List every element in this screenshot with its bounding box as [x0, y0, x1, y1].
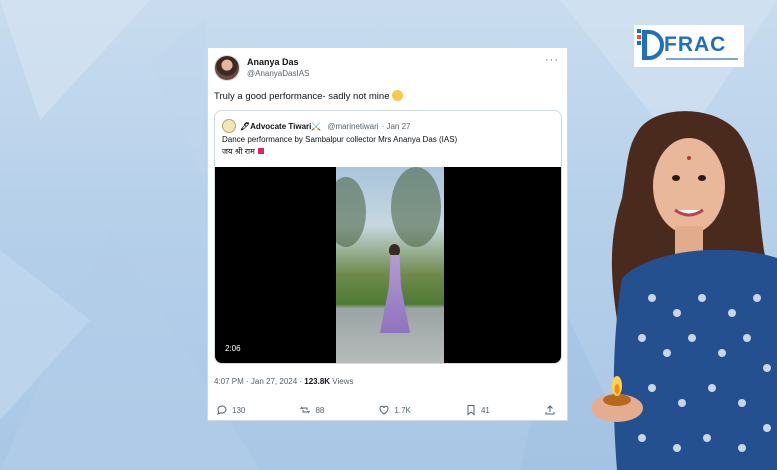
bookmark-button[interactable]: 41 [465, 404, 490, 416]
logo-pixel [637, 41, 641, 45]
tweet-header: Ananya Das @AnanyaDasIAS [214, 55, 309, 81]
tweet-meta: 4:07 PM · Jan 27, 2024 · 123.8K Views [214, 377, 354, 386]
quote-header: 🖋Advocate Tiwari⚔️ @marinetiwari · Jan 2… [222, 119, 410, 133]
tree [336, 177, 366, 247]
quote-author-handle: @marinetiwari [327, 121, 379, 131]
tweet-text-content: Truly a good performance- sadly not mine [214, 91, 390, 102]
video-player[interactable]: 2:06 [215, 167, 561, 363]
dancer-figure [380, 255, 410, 333]
views-count: 123.8K [304, 377, 331, 386]
views-label: Views [330, 377, 354, 386]
video-duration: 2:06 [222, 343, 244, 354]
tree [391, 167, 441, 247]
quote-author-name: 🖋Advocate Tiwari⚔️ [240, 121, 322, 131]
share-button[interactable] [544, 404, 560, 416]
quote-author-avatar [222, 119, 236, 133]
share-icon [545, 405, 555, 415]
woman-with-diya-image [591, 111, 777, 470]
grinning-emoji-icon [392, 90, 404, 101]
tweet-actions: 130 88 1.7K 41 [216, 404, 560, 416]
quoted-tweet[interactable]: 🖋Advocate Tiwari⚔️ @marinetiwari · Jan 2… [214, 110, 562, 364]
video-frame [336, 167, 444, 363]
reply-button[interactable]: 130 [216, 404, 245, 416]
like-count: 1.7K [394, 405, 411, 415]
quote-date: · Jan 27 [381, 121, 411, 131]
tweet-text: Truly a good performance- sadly not mine [214, 90, 404, 102]
author-name[interactable]: Ananya Das [247, 56, 309, 68]
tweet-timestamp[interactable]: 4:07 PM · Jan 27, 2024 · [214, 377, 304, 386]
logo-tagline-bar [666, 58, 738, 60]
reply-count: 130 [232, 405, 246, 415]
logo-text: FRAC [664, 33, 727, 56]
more-options-icon[interactable]: ··· [545, 54, 559, 66]
author-handle[interactable]: @AnanyaDasIAS [247, 68, 309, 80]
like-button[interactable]: 1.7K [378, 404, 411, 416]
repost-icon [300, 406, 311, 414]
flag-icon [257, 148, 264, 154]
quote-text-line2: जय श्री राम [222, 147, 255, 156]
reply-icon [217, 405, 227, 416]
logo-pixel [637, 35, 641, 39]
heart-icon [379, 405, 389, 415]
quote-text: Dance performance by Sambalpur collector… [222, 134, 457, 158]
logo-d-mark [642, 30, 664, 60]
tweet-card[interactable]: Ananya Das @AnanyaDasIAS ··· Truly a goo… [207, 47, 568, 421]
bookmark-count: 41 [480, 405, 490, 415]
author-avatar[interactable] [214, 55, 240, 81]
repost-count: 88 [315, 405, 325, 415]
repost-button[interactable]: 88 [299, 404, 324, 416]
quote-text-line1: Dance performance by Sambalpur collector… [222, 135, 458, 144]
dfrac-logo: FRAC [634, 25, 744, 67]
logo-pixel [637, 29, 641, 33]
bookmark-icon [467, 405, 475, 416]
